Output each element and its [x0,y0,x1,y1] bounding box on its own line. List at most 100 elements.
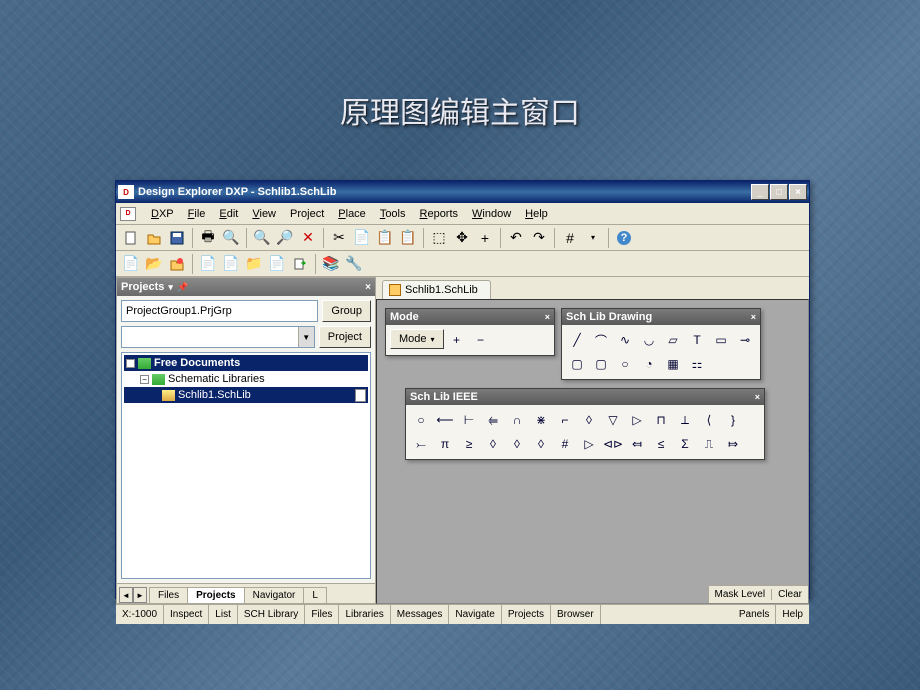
menu-reports[interactable]: Reports [413,206,466,222]
cut-icon[interactable]: ✂ [328,227,350,249]
new-file-icon[interactable] [120,227,142,249]
tab-l[interactable]: L [303,587,327,603]
ieee-shift-left-icon[interactable]: ⤆ [626,433,648,455]
move-icon[interactable]: ✥ [451,227,473,249]
mode-add-icon[interactable]: + [446,329,468,351]
print-icon[interactable]: 🖶 [197,227,219,249]
status-messages[interactable]: Messages [391,605,450,624]
status-help[interactable]: Help [776,605,809,624]
ieee-le-icon[interactable]: ≤ [650,433,672,455]
close-icon[interactable]: × [365,282,371,293]
grid-icon[interactable]: # [559,227,581,249]
text-icon[interactable]: T [686,329,708,351]
open-icon[interactable] [143,227,165,249]
status-files[interactable]: Files [305,605,339,624]
ieee-group-line-icon[interactable]: ⟨ [698,409,720,431]
close-icon[interactable]: × [751,312,756,322]
component-icon[interactable]: 🔧 [343,253,365,275]
tree-child[interactable]: − Schematic Libraries [124,371,368,387]
ieee-schmitt-icon[interactable]: ⎍ [698,433,720,455]
project-combo[interactable]: ▼ [121,326,315,348]
ieee-pi-icon[interactable]: π [434,433,456,455]
projects-header[interactable]: Projects ▾ 📌 × [117,278,375,296]
status-inspect[interactable]: Inspect [164,605,209,624]
group-button[interactable]: Group [322,300,371,322]
folder-icon-2[interactable]: 📁 [243,253,265,275]
chevron-down-icon[interactable]: ▼ [298,327,314,347]
tree-root[interactable]: − Free Documents [124,355,368,371]
ieee-digital-icon[interactable]: # [554,433,576,455]
redo-icon[interactable]: ↷ [528,227,550,249]
zoom-in-icon[interactable]: 🔍 [251,227,273,249]
help-icon[interactable]: ? [613,227,635,249]
ellipse-icon[interactable]: ○ [614,353,636,375]
ieee-bidir-icon[interactable]: ⊲⊳ [602,433,624,455]
doc-icon-2[interactable]: 📄 [220,253,242,275]
ieee-active-low-out-icon[interactable]: ⤚ [410,433,432,455]
status-libraries[interactable]: Libraries [339,605,390,624]
ieee-clock-icon[interactable]: ⊢ [458,409,480,431]
status-navigate[interactable]: Navigate [449,605,501,624]
export-icon[interactable] [289,253,311,275]
tab-navigator[interactable]: Navigator [244,587,305,603]
ieee-panel[interactable]: Sch Lib IEEE× ○ ⟵ ⊢ ⥢ ∩ ⋇ ⌐ ◊ ▽ ▷ ⊓ ⟂ [405,388,765,460]
paste-icon[interactable]: 📋 [374,227,396,249]
tab-nav-right-icon[interactable]: ► [133,587,147,603]
close-icon[interactable]: × [755,392,760,402]
tab-files[interactable]: Files [149,587,188,603]
crosshair-icon[interactable]: + [474,227,496,249]
ieee-sigma-icon[interactable]: Σ [674,433,696,455]
ieee-hiz-icon[interactable]: ▽ [602,409,624,431]
status-sch-library[interactable]: SCH Library [238,605,305,624]
close-button[interactable]: × [789,184,807,200]
menu-dxp[interactable]: DDXPXP [144,206,181,222]
ieee-not-icon[interactable]: ⋇ [530,409,552,431]
image-icon[interactable]: ▦ [662,353,684,375]
ieee-open-collector-icon[interactable]: ◊ [578,409,600,431]
ieee-postpone-icon[interactable]: ⌐ [554,409,576,431]
mode-panel[interactable]: Mode× Mode ▾ + − [385,308,555,356]
status-panels[interactable]: Panels [733,605,777,624]
ieee-ge-icon[interactable]: ≥ [458,433,480,455]
status-projects[interactable]: Projects [502,605,551,624]
mask-level-button[interactable]: Mask Level [709,589,773,600]
status-list[interactable]: List [209,605,238,624]
new-doc-icon[interactable]: 📄 [120,253,142,275]
ieee-delay-icon[interactable]: ⟂ [674,409,696,431]
ellipse-arc-icon[interactable]: ◡ [638,329,660,351]
menu-help[interactable]: Help [518,206,555,222]
ieee-active-low-in-icon[interactable]: ⥢ [482,409,504,431]
doc-icon-3[interactable]: 📄 [266,253,288,275]
ieee-open-emitter-pd-icon[interactable]: ◊ [530,433,552,455]
canvas[interactable]: Mode× Mode ▾ + − Sch Lib Drawing× ╱ ⌒ ∿ … [376,299,809,604]
select-rect-icon[interactable]: ⬚ [428,227,450,249]
tab-projects[interactable]: Projects [187,587,244,603]
ieee-dot-icon[interactable]: ○ [410,409,432,431]
menu-file[interactable]: File [181,206,213,222]
mode-remove-icon[interactable]: − [470,329,492,351]
round-rect-icon[interactable]: ▢ [590,353,612,375]
dropdown-icon[interactable]: ▾ [168,282,173,293]
tree-leaf[interactable]: Schlib1.SchLib [124,387,368,403]
ieee-open-emitter-icon[interactable]: ◊ [506,433,528,455]
arc-icon[interactable]: ⌒ [590,329,612,351]
ieee-pulse-icon[interactable]: ⊓ [650,409,672,431]
menu-project[interactable]: Project [283,206,331,222]
menu-window[interactable]: Window [465,206,518,222]
ieee-open-collector-pu-icon[interactable]: ◊ [482,433,504,455]
collapse-icon[interactable]: − [140,375,149,384]
ieee-shift-right-icon[interactable]: ⤇ [722,433,744,455]
menu-edit[interactable]: Edit [212,206,245,222]
collapse-icon[interactable]: − [126,359,135,368]
menu-view[interactable]: View [245,206,283,222]
title-bar[interactable]: D Design Explorer DXP - Schlib1.SchLib _… [116,181,809,203]
polyline-icon[interactable]: ▱ [662,329,684,351]
line-icon[interactable]: ╱ [566,329,588,351]
tab-nav-left-icon[interactable]: ◄ [119,587,133,603]
copy-icon[interactable]: 📄 [351,227,373,249]
bezier-icon[interactable]: ∿ [614,329,636,351]
project-button[interactable]: Project [319,326,371,348]
save-icon[interactable] [166,227,188,249]
maximize-button[interactable]: □ [770,184,788,200]
ieee-group-binary-icon[interactable]: } [722,409,744,431]
